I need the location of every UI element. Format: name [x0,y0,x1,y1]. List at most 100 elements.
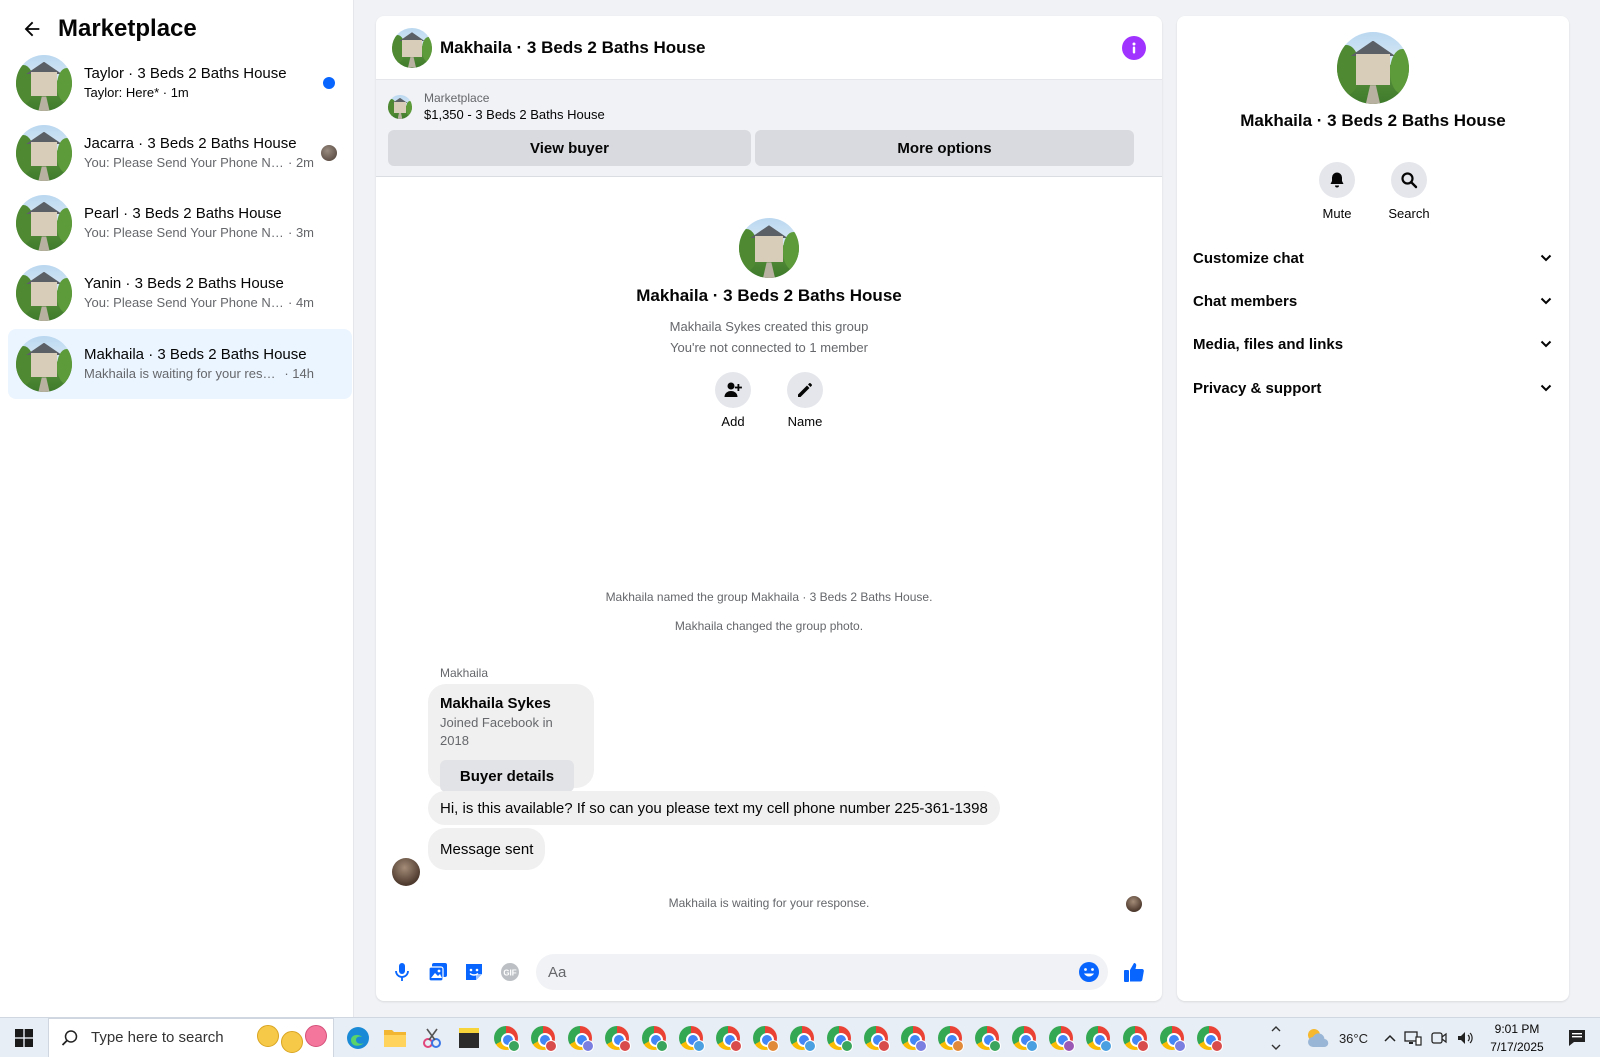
volume-icon[interactable] [1456,1030,1474,1046]
sticky-notes-icon[interactable] [453,1022,485,1054]
chrome-icon[interactable] [860,1022,892,1054]
taskbar-apps [342,1022,1225,1054]
meet-icon[interactable] [1430,1030,1448,1046]
microphone-icon[interactable] [384,954,420,990]
add-member-button[interactable]: Add [714,372,752,429]
weather-temperature: 36°C [1338,1030,1368,1046]
section-media-files-links[interactable]: Media, files and links [1185,324,1561,364]
chrome-icon[interactable] [564,1022,596,1054]
chrome-icon[interactable] [934,1022,966,1054]
search-in-chat-button[interactable]: Search [1388,162,1430,221]
snipping-tool-icon[interactable] [416,1022,448,1054]
chevron-down-icon [1540,297,1552,305]
search-label: Search [1388,206,1430,221]
network-icon[interactable] [1404,1030,1422,1046]
search-icon [1391,162,1427,198]
search-icon [61,1029,78,1046]
chrome-icon[interactable] [712,1022,744,1054]
details-title: Makhaila · 3 Beds 2 Baths House [1240,111,1506,130]
mute-button[interactable]: Mute [1316,162,1358,221]
notifications-icon[interactable] [1554,1029,1600,1047]
section-label: Media, files and links [1193,335,1344,353]
section-label: Chat members [1193,292,1298,310]
view-buyer-button[interactable]: View buyer [388,130,751,166]
buyer-profile-card: Makhaila Sykes Joined Facebook in 2018 B… [428,684,594,792]
house-avatar [16,125,72,181]
chrome-icon[interactable] [897,1022,929,1054]
message-input-wrapper [536,954,1108,990]
sender-avatar[interactable] [392,858,420,886]
conversation-time: · 3m [288,225,314,240]
section-label: Customize chat [1193,249,1304,267]
conversation-name: Yanin · 3 Beds 2 Baths House [84,275,284,292]
conversation-time: · 2m [288,155,314,170]
file-explorer-icon[interactable] [379,1022,411,1054]
chat-title[interactable]: Makhaila · 3 Beds 2 Baths House [440,38,1122,58]
buyer-details-button[interactable]: Buyer details [440,760,574,792]
gif-icon[interactable]: GIF [492,954,528,990]
edge-icon[interactable] [342,1022,374,1054]
message-composer: GIF [376,950,1162,994]
house-avatar [16,195,72,251]
chat-header: Makhaila · 3 Beds 2 Baths House [376,16,1162,80]
conversation-item[interactable]: Jacarra · 3 Beds 2 Baths House You: Plea… [8,118,352,188]
conversation-name: Makhaila · 3 Beds 2 Baths House [84,346,307,363]
taskbar-scroll-arrows-icon[interactable] [1269,1025,1283,1051]
chrome-icon[interactable] [1119,1022,1151,1054]
group-created-text: Makhaila Sykes created this group [669,319,869,334]
waiting-notice: Makhaila is waiting for your response. [668,896,870,910]
chrome-icon[interactable] [527,1022,559,1054]
name-label: Name [787,414,823,429]
chrome-icon[interactable] [823,1022,855,1054]
listing-thumbnail[interactable] [388,95,412,119]
sticker-icon[interactable] [456,954,492,990]
emoji-icon[interactable] [1078,961,1100,983]
section-chat-members[interactable]: Chat members [1185,281,1561,321]
chrome-icon[interactable] [786,1022,818,1054]
listing-price-title[interactable]: $1,350 - 3 Beds 2 Baths House [424,106,605,124]
taskbar-clock[interactable]: 9:01 PM 7/17/2025 [1480,1020,1554,1056]
chrome-icon[interactable] [490,1022,522,1054]
details-avatar[interactable] [1337,32,1409,104]
section-privacy-support[interactable]: Privacy & support [1185,368,1561,408]
chrome-icon[interactable] [1045,1022,1077,1054]
unread-dot-icon [323,77,335,89]
thumbs-up-icon[interactable] [1116,954,1152,990]
section-label: Privacy & support [1193,379,1322,397]
windows-start-icon[interactable] [0,1018,48,1057]
weather-widget[interactable]: 36°C [1305,1027,1368,1049]
system-tray: 36°C 9:01 PM 7/17/2025 [1269,1018,1600,1057]
chevron-up-icon[interactable] [1384,1033,1396,1043]
back-arrow-icon[interactable] [18,15,46,43]
name-group-button[interactable]: Name [786,372,824,429]
chrome-icon[interactable] [749,1022,781,1054]
conversation-item-active[interactable]: Makhaila · 3 Beds 2 Baths House Makhaila… [8,329,352,399]
message-bubble[interactable]: Hi, is this available? If so can you ple… [428,791,1000,825]
pencil-icon [787,372,823,408]
conversation-name: Taylor · 3 Beds 2 Baths House [84,65,287,82]
message-bubble[interactable]: Message sent [428,828,546,870]
chrome-icon[interactable] [675,1022,707,1054]
group-connection-text: You're not connected to 1 member [670,340,868,355]
conversation-sidebar: Marketplace Taylor · 3 Beds 2 Baths Hous… [0,0,354,1017]
chrome-icon[interactable] [971,1022,1003,1054]
photo-icon[interactable] [420,954,456,990]
chrome-icon[interactable] [1082,1022,1114,1054]
chrome-icon[interactable] [638,1022,670,1054]
taskbar-search-box[interactable]: Type here to search [48,1017,334,1057]
chrome-icon[interactable] [1193,1022,1225,1054]
more-options-button[interactable]: More options [755,130,1134,166]
chrome-icon[interactable] [1008,1022,1040,1054]
conversation-item[interactable]: Taylor · 3 Beds 2 Baths House Taylor: He… [8,48,352,118]
conversation-item[interactable]: Pearl · 3 Beds 2 Baths House You: Please… [8,188,352,258]
house-avatar[interactable] [392,27,432,68]
chrome-icon[interactable] [1156,1022,1188,1054]
bell-icon [1319,162,1355,198]
taskbar: Type here to search 36°C 9:01 PM 7/17/20… [0,1017,1600,1057]
section-customize-chat[interactable]: Customize chat [1185,238,1561,278]
chrome-icon[interactable] [601,1022,633,1054]
message-input[interactable] [548,963,1078,981]
info-icon[interactable] [1122,35,1146,60]
clock-time: 9:01 PM [1494,1022,1540,1036]
conversation-item[interactable]: Yanin · 3 Beds 2 Baths House You: Please… [8,258,352,328]
